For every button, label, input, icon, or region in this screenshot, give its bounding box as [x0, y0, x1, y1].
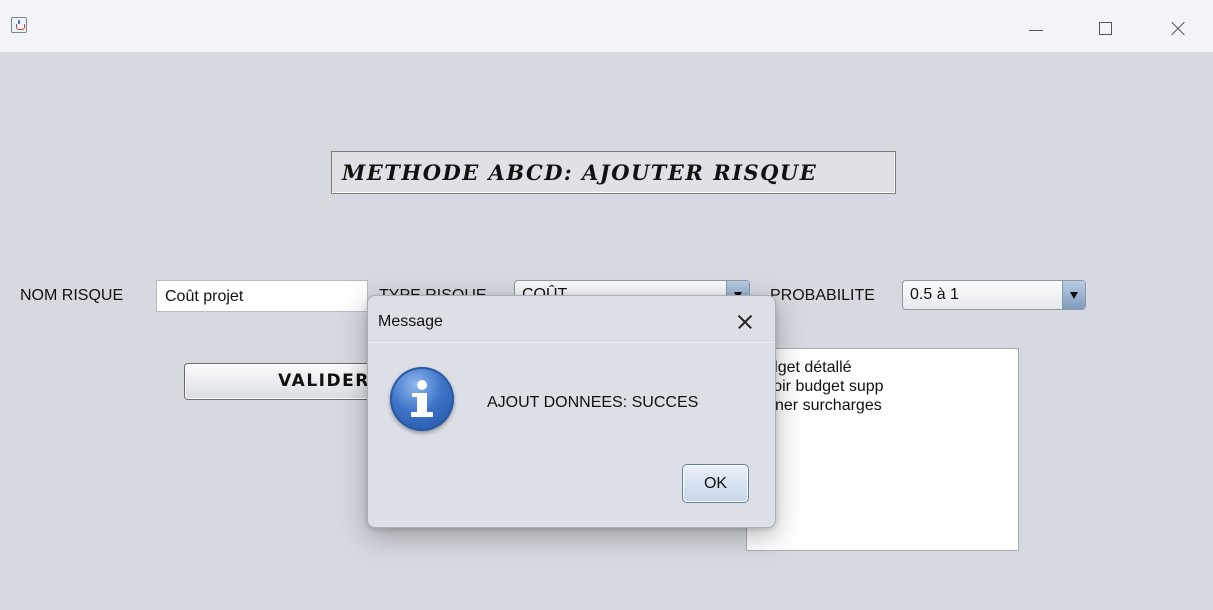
actions-line: révoir budget supp: [751, 378, 884, 395]
message-dialog: Message AJOUT DONNEES: SUCCES OK: [367, 295, 776, 528]
info-icon: [390, 367, 454, 431]
window-titlebar: [0, 0, 1213, 52]
dialog-title: Message: [378, 313, 443, 330]
dialog-message: AJOUT DONNEES: SUCCES: [487, 394, 699, 411]
dialog-divider: [368, 342, 775, 343]
probabilite-value: 0.5 à 1: [910, 286, 959, 303]
close-icon[interactable]: [1157, 10, 1197, 46]
actions-textarea[interactable]: budget détallé révoir budget supp limine…: [746, 348, 1019, 551]
java-coffee-icon: [11, 17, 27, 33]
actions-line: budget détallé: [751, 359, 852, 376]
chevron-down-icon[interactable]: [1062, 281, 1085, 309]
page-title: METHODE ABCD: AJOUTER RISQUE: [331, 151, 896, 194]
minimize-icon[interactable]: [1016, 10, 1056, 46]
nom-risque-label: NOM RISQUE: [20, 287, 124, 304]
dialog-close-icon[interactable]: [733, 310, 757, 334]
actions-line: liminer surcharges: [751, 397, 882, 414]
probabilite-select[interactable]: 0.5 à 1: [902, 280, 1086, 310]
probabilite-label: PROBABILITE: [770, 287, 875, 304]
ok-button[interactable]: OK: [682, 464, 749, 503]
maximize-icon[interactable]: [1085, 10, 1125, 46]
nom-risque-input[interactable]: Coût projet: [156, 280, 368, 312]
